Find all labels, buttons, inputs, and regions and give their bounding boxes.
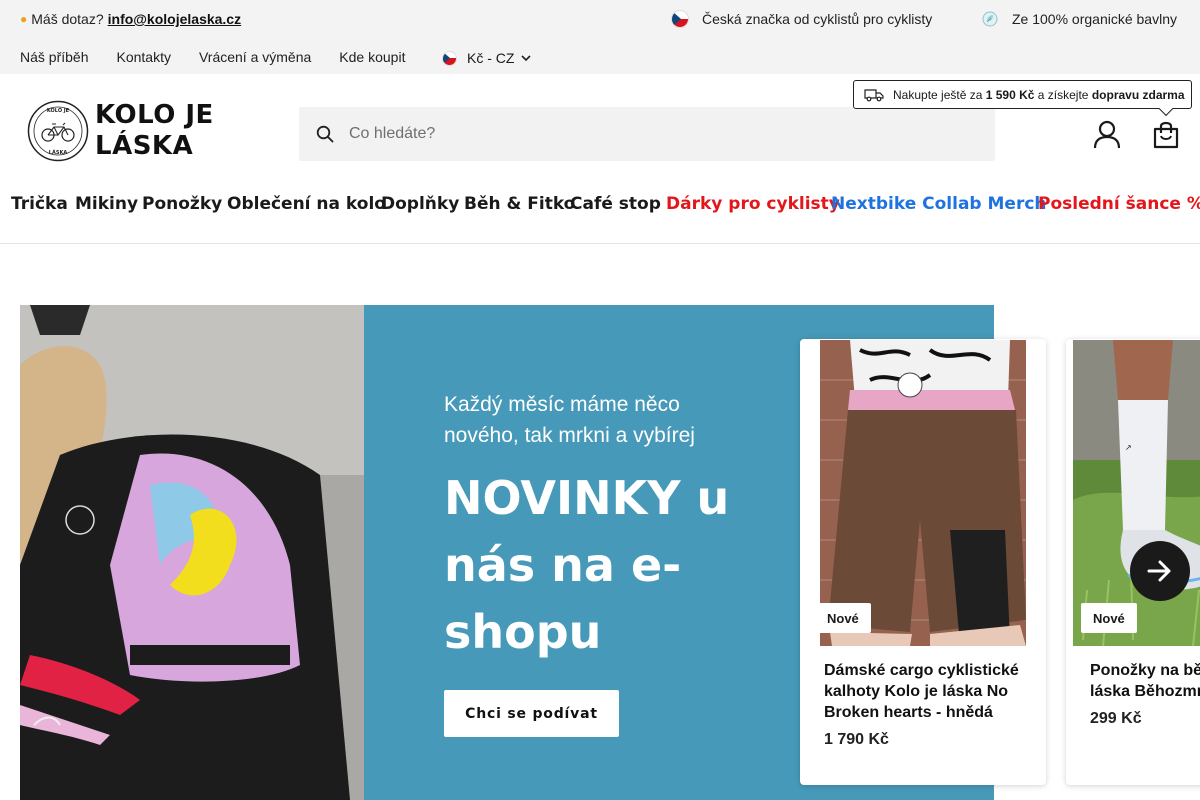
currency-selector[interactable]: Kč - CZ bbox=[443, 50, 532, 66]
search-icon[interactable] bbox=[316, 125, 334, 143]
category-tshirts[interactable]: Trička bbox=[11, 194, 68, 214]
top-info-bar: ● Máš dotaz? info@kolojelaska.cz Česká z… bbox=[0, 0, 1200, 74]
carousel-next-button[interactable] bbox=[1130, 541, 1190, 601]
hero-title: NOVINKY u nás na e-shopu bbox=[444, 471, 730, 659]
new-badge: Nové bbox=[815, 603, 871, 633]
status-dot-icon: ● bbox=[20, 12, 28, 26]
chevron-down-icon bbox=[521, 55, 532, 62]
user-account-icon[interactable] bbox=[1093, 120, 1121, 150]
logo-wordmark: KOLO JE LÁSKA bbox=[95, 100, 214, 162]
delivery-truck-icon bbox=[864, 88, 884, 101]
hero-subtitle: Každý měsíc máme něco nového, tak mrkni … bbox=[444, 393, 695, 447]
category-gifts[interactable]: Dárky pro cyklisty bbox=[666, 194, 840, 214]
subnav-item-returns[interactable]: Vrácení a výměna bbox=[199, 49, 311, 65]
arrow-right-icon bbox=[1147, 560, 1171, 582]
shipping-mid: a získejte bbox=[1037, 87, 1089, 102]
currency-label: Kč - CZ bbox=[467, 50, 515, 66]
contact-question: ● Máš dotaz? info@kolojelaska.cz bbox=[20, 11, 241, 27]
product-image[interactable]: ↗ bbox=[1073, 340, 1200, 646]
trust-organic-cotton-label: Ze 100% organické bavlny bbox=[1012, 11, 1177, 27]
shipping-amount: 1 590 Kč bbox=[985, 87, 1035, 102]
sock-print: ↗ bbox=[1125, 443, 1132, 452]
product-price: 299 Kč bbox=[1090, 710, 1142, 727]
category-cafe-stop[interactable]: Café stop bbox=[570, 194, 661, 214]
cargo-shorts-photo bbox=[820, 340, 1026, 646]
category-hoodies[interactable]: Mikiny bbox=[75, 194, 138, 214]
new-badge: Nové bbox=[1081, 603, 1137, 633]
subnav-item-contacts[interactable]: Kontakty bbox=[116, 49, 170, 65]
category-running-fitness[interactable]: Běh & Fitko bbox=[464, 194, 575, 214]
product-name-line-2: láska Běhozmr bbox=[1090, 683, 1200, 700]
logo-badge-bottom-text: LÁSKA bbox=[49, 149, 68, 156]
subnav-item-story[interactable]: Náš příběh bbox=[20, 49, 88, 65]
shopping-bag-icon[interactable] bbox=[1152, 120, 1180, 150]
search-input[interactable] bbox=[349, 125, 949, 143]
product-image[interactable] bbox=[820, 340, 1026, 646]
site-logo[interactable]: KOLO JE LÁSKA KOLO JE LÁSKA bbox=[27, 100, 214, 162]
logo-badge-icon: KOLO JE LÁSKA bbox=[27, 100, 89, 162]
free-shipping-tooltip: Nakupte ještě za 1 590 Kč a získejte dop… bbox=[853, 80, 1192, 109]
hero-cta-button[interactable]: Chci se podívat bbox=[444, 690, 619, 737]
product-card[interactable]: Nové Dámské cargo cyklistické kalhoty Ko… bbox=[800, 339, 1046, 785]
trust-czech-brand: Česká značka od cyklistů pro cyklisty bbox=[672, 11, 932, 27]
search-bar[interactable] bbox=[299, 107, 995, 161]
logo-line-2: LÁSKA bbox=[95, 131, 194, 161]
product-name[interactable]: Dámské cargo cyklistické kalhoty Kolo je… bbox=[824, 660, 1030, 723]
subnav-item-where-to-buy[interactable]: Kde koupit bbox=[339, 49, 405, 65]
czech-flag-icon bbox=[672, 11, 688, 27]
category-socks[interactable]: Ponožky bbox=[142, 194, 222, 214]
shipping-pre: Nakupte ještě za bbox=[893, 87, 983, 102]
logo-badge-top-text: KOLO JE bbox=[47, 108, 70, 114]
trust-organic-cotton: Ze 100% organické bavlny bbox=[982, 11, 1177, 27]
category-last-chance[interactable]: Poslední šance % bbox=[1038, 194, 1200, 214]
shipping-text: Nakupte ještě za 1 590 Kč a získejte dop… bbox=[893, 88, 1185, 102]
category-accessories[interactable]: Doplňky bbox=[381, 194, 459, 214]
product-price: 1 790 Kč bbox=[824, 731, 889, 748]
header-divider bbox=[0, 243, 1200, 244]
trust-czech-brand-label: Česká značka od cyklistů pro cyklisty bbox=[702, 11, 933, 27]
product-name-line-1: Ponožky na bě bbox=[1090, 662, 1200, 679]
czech-flag-icon bbox=[443, 51, 456, 65]
category-nextbike-collab[interactable]: Nextbike Collab Merch bbox=[831, 194, 1047, 214]
question-label: Máš dotaz? bbox=[31, 11, 104, 27]
running-socks-photo: ↗ bbox=[1073, 340, 1200, 646]
logo-line-1: KOLO JE bbox=[95, 100, 214, 130]
secondary-nav: Náš příběh Kontakty Vrácení a výměna Kde… bbox=[20, 49, 405, 65]
shipping-free: dopravu zdarma bbox=[1091, 87, 1185, 102]
category-cycling-clothing[interactable]: Oblečení na kolo bbox=[227, 194, 386, 214]
product-name[interactable]: Ponožky na bě láska Běhozmr bbox=[1090, 660, 1200, 702]
contact-email-link[interactable]: info@kolojelaska.cz bbox=[108, 11, 241, 27]
hero-photo-cyclist bbox=[20, 305, 364, 800]
cotton-leaf-icon bbox=[982, 11, 998, 27]
cyclist-illustration bbox=[20, 305, 364, 800]
